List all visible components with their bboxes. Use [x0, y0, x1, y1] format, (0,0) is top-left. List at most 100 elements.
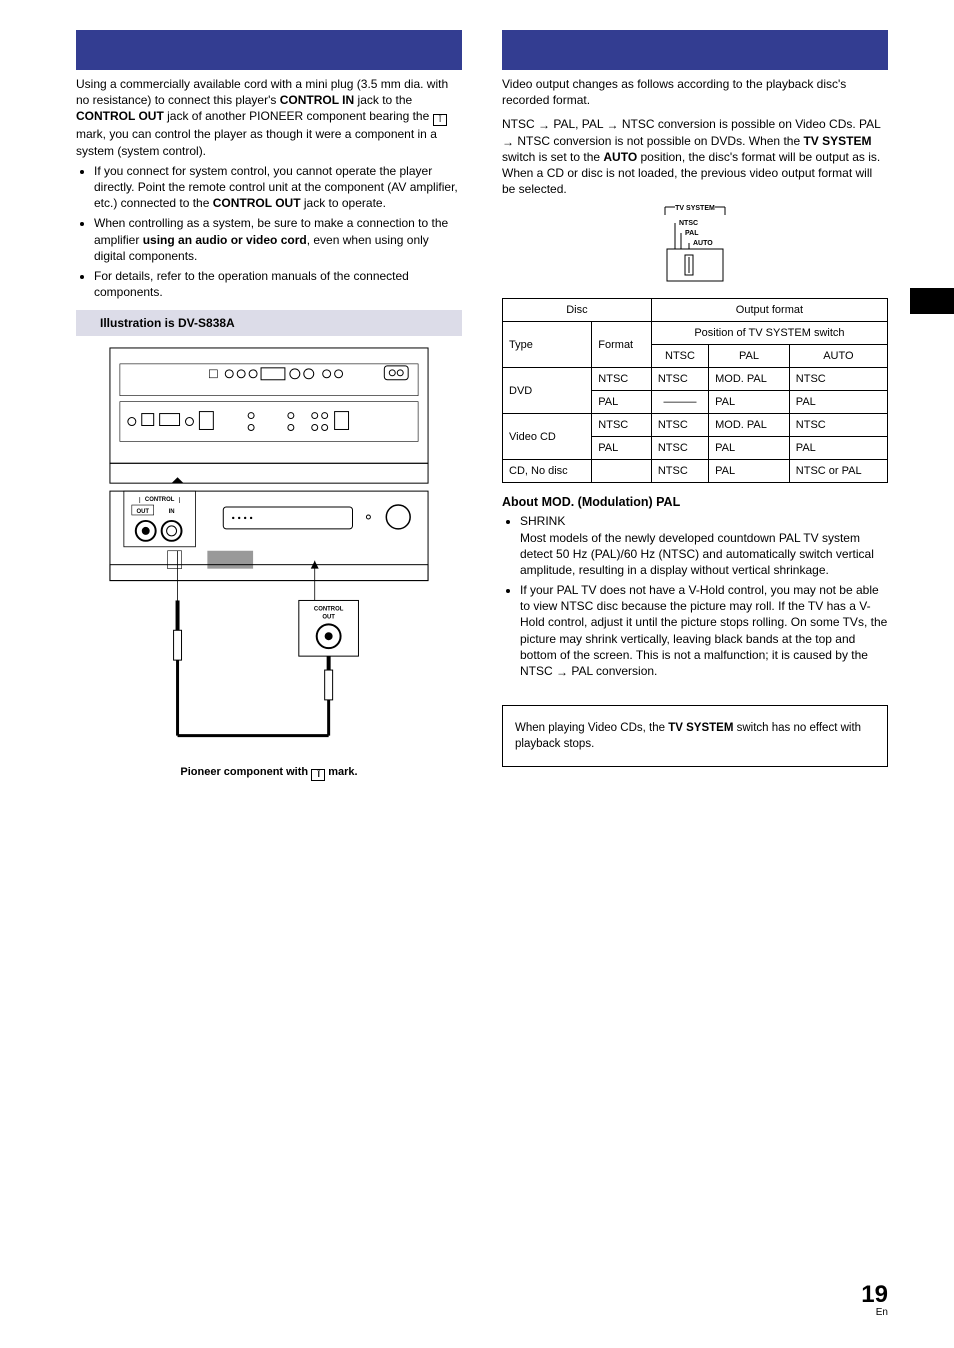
intro-text-c: jack of another PIONEER component bearin…: [164, 109, 433, 123]
svg-text:OUT: OUT: [136, 509, 149, 515]
intro-paragraph: Using a commercially available cord with…: [76, 76, 462, 159]
th-disc: Disc: [503, 299, 652, 322]
t: NTSC conversion is possible on Video CDs…: [618, 117, 880, 131]
side-tab: [910, 288, 954, 314]
bullet-list-left: If you connect for system control, you c…: [76, 163, 462, 301]
mod-pal-title: About MOD. (Modulation) PAL: [502, 495, 888, 509]
cell: NTSC: [592, 414, 652, 437]
svg-text:TV SYSTEM: TV SYSTEM: [675, 205, 715, 212]
th-format: Format: [592, 322, 652, 368]
pioneer-caption-a: Pioneer component with: [180, 766, 311, 778]
cell: NTSC or PAL: [789, 460, 887, 483]
th-pal: PAL: [709, 345, 790, 368]
cell: Video CD: [503, 414, 592, 460]
note-bold: TV SYSTEM: [668, 722, 733, 734]
arrow-right-icon: →: [556, 664, 568, 680]
cell: PAL: [709, 391, 790, 414]
note-a: When playing Video CDs, the: [515, 722, 668, 734]
control-in-label: CONTROL IN: [280, 93, 354, 107]
tv-system-switch-figure: TV SYSTEM NTSC PAL AUTO: [502, 201, 888, 288]
bullet2-bold: using an audio or video cord: [143, 233, 307, 247]
cell: PAL: [709, 460, 790, 483]
cell: DVD: [503, 368, 592, 414]
section-header-right: [502, 30, 888, 70]
left-column: Using a commercially available cord with…: [76, 30, 462, 795]
th-position: Position of TV SYSTEM switch: [651, 322, 887, 345]
cell: PAL: [709, 437, 790, 460]
cell: NTSC: [651, 437, 708, 460]
cell: ———: [651, 391, 708, 414]
page-number-value: 19: [861, 1283, 888, 1307]
connection-diagram: CONTROL OUT IN: [76, 336, 462, 795]
cell: NTSC: [789, 414, 887, 437]
sr-mark-icon: Î: [311, 769, 325, 781]
tv-system-label: TV SYSTEM: [803, 134, 871, 148]
section-header-left: [76, 30, 462, 70]
th-auto: AUTO: [789, 345, 887, 368]
arrow-right-icon: →: [502, 134, 514, 150]
svg-text:OUT: OUT: [322, 615, 335, 621]
t: NTSC conversion is not possible on DVDs.…: [514, 134, 803, 148]
table-row: DVD NTSC NTSC MOD. PAL NTSC: [503, 368, 888, 391]
illustration-caption-box: Illustration is DV-S838A: [76, 310, 462, 336]
cell: NTSC: [592, 368, 652, 391]
list-item: For details, refer to the operation manu…: [94, 268, 462, 300]
svg-text:PAL: PAL: [685, 230, 699, 237]
t: PAL, PAL: [550, 117, 606, 131]
list-item: When controlling as a system, be sure to…: [94, 215, 462, 264]
t: NTSC: [502, 117, 538, 131]
cell: PAL: [592, 437, 652, 460]
right-intro: Video output changes as follows accordin…: [502, 76, 888, 108]
cell: PAL: [789, 391, 887, 414]
cell: MOD. PAL: [709, 368, 790, 391]
arrow-right-icon: →: [538, 117, 550, 133]
diagram-control-label: CONTROL: [145, 497, 175, 503]
bullet1-b: jack to operate.: [301, 196, 386, 210]
pioneer-caption-b: mark.: [325, 766, 357, 778]
bullet1-bold: CONTROL OUT: [213, 196, 301, 210]
cell: PAL: [789, 437, 887, 460]
sr-mark-icon: Î: [433, 114, 447, 126]
cell: CD, No disc: [503, 460, 592, 483]
shrink-label: SHRINK: [520, 514, 565, 528]
control-out-label: CONTROL OUT: [76, 109, 164, 123]
diagram-svg: CONTROL OUT IN: [100, 342, 438, 760]
shrink-body: Most models of the newly developed count…: [520, 531, 874, 577]
intro-text-d: mark, you can control the player as thou…: [76, 127, 437, 157]
right-column: Video output changes as follows accordin…: [502, 30, 888, 795]
cell: NTSC: [789, 368, 887, 391]
illustration-title: Illustration is DV-S838A: [100, 316, 235, 330]
output-format-table: Disc Output format Type Format Position …: [502, 298, 888, 483]
svg-text:AUTO: AUTO: [693, 240, 713, 247]
intro-text-b: jack to the: [354, 93, 412, 107]
t: switch is set to the: [502, 150, 603, 164]
cell: NTSC: [651, 460, 708, 483]
cell: NTSC: [651, 368, 708, 391]
mod-b2b: PAL conversion.: [568, 664, 657, 678]
list-item: If you connect for system control, you c…: [94, 163, 462, 212]
cell: [592, 460, 652, 483]
arrow-right-icon: →: [606, 117, 618, 133]
svg-text:CONTROL: CONTROL: [314, 607, 344, 613]
th-ntsc: NTSC: [651, 345, 708, 368]
pioneer-caption: Pioneer component with Î mark.: [100, 766, 438, 781]
cell: MOD. PAL: [709, 414, 790, 437]
right-para2: NTSC → PAL, PAL → NTSC conversion is pos…: [502, 116, 888, 197]
th-type: Type: [503, 322, 592, 368]
bullet3: For details, refer to the operation manu…: [94, 269, 409, 299]
auto-label: AUTO: [603, 150, 637, 164]
th-output: Output format: [651, 299, 887, 322]
page-language: En: [861, 1307, 888, 1318]
mod-pal-list: SHRINK Most models of the newly develope…: [502, 513, 888, 679]
table-row: Video CD NTSC NTSC MOD. PAL NTSC: [503, 414, 888, 437]
cell: PAL: [592, 391, 652, 414]
page-number: 19 En: [861, 1283, 888, 1318]
list-item: SHRINK Most models of the newly develope…: [520, 513, 888, 578]
cell: NTSC: [651, 414, 708, 437]
note-box: When playing Video CDs, the TV SYSTEM sw…: [502, 705, 888, 767]
list-item: If your PAL TV does not have a V-Hold co…: [520, 582, 888, 679]
svg-text:IN: IN: [169, 509, 175, 515]
table-row: CD, No disc NTSC PAL NTSC or PAL: [503, 460, 888, 483]
two-column-layout: Using a commercially available cord with…: [76, 30, 888, 795]
svg-text:NTSC: NTSC: [679, 220, 698, 227]
